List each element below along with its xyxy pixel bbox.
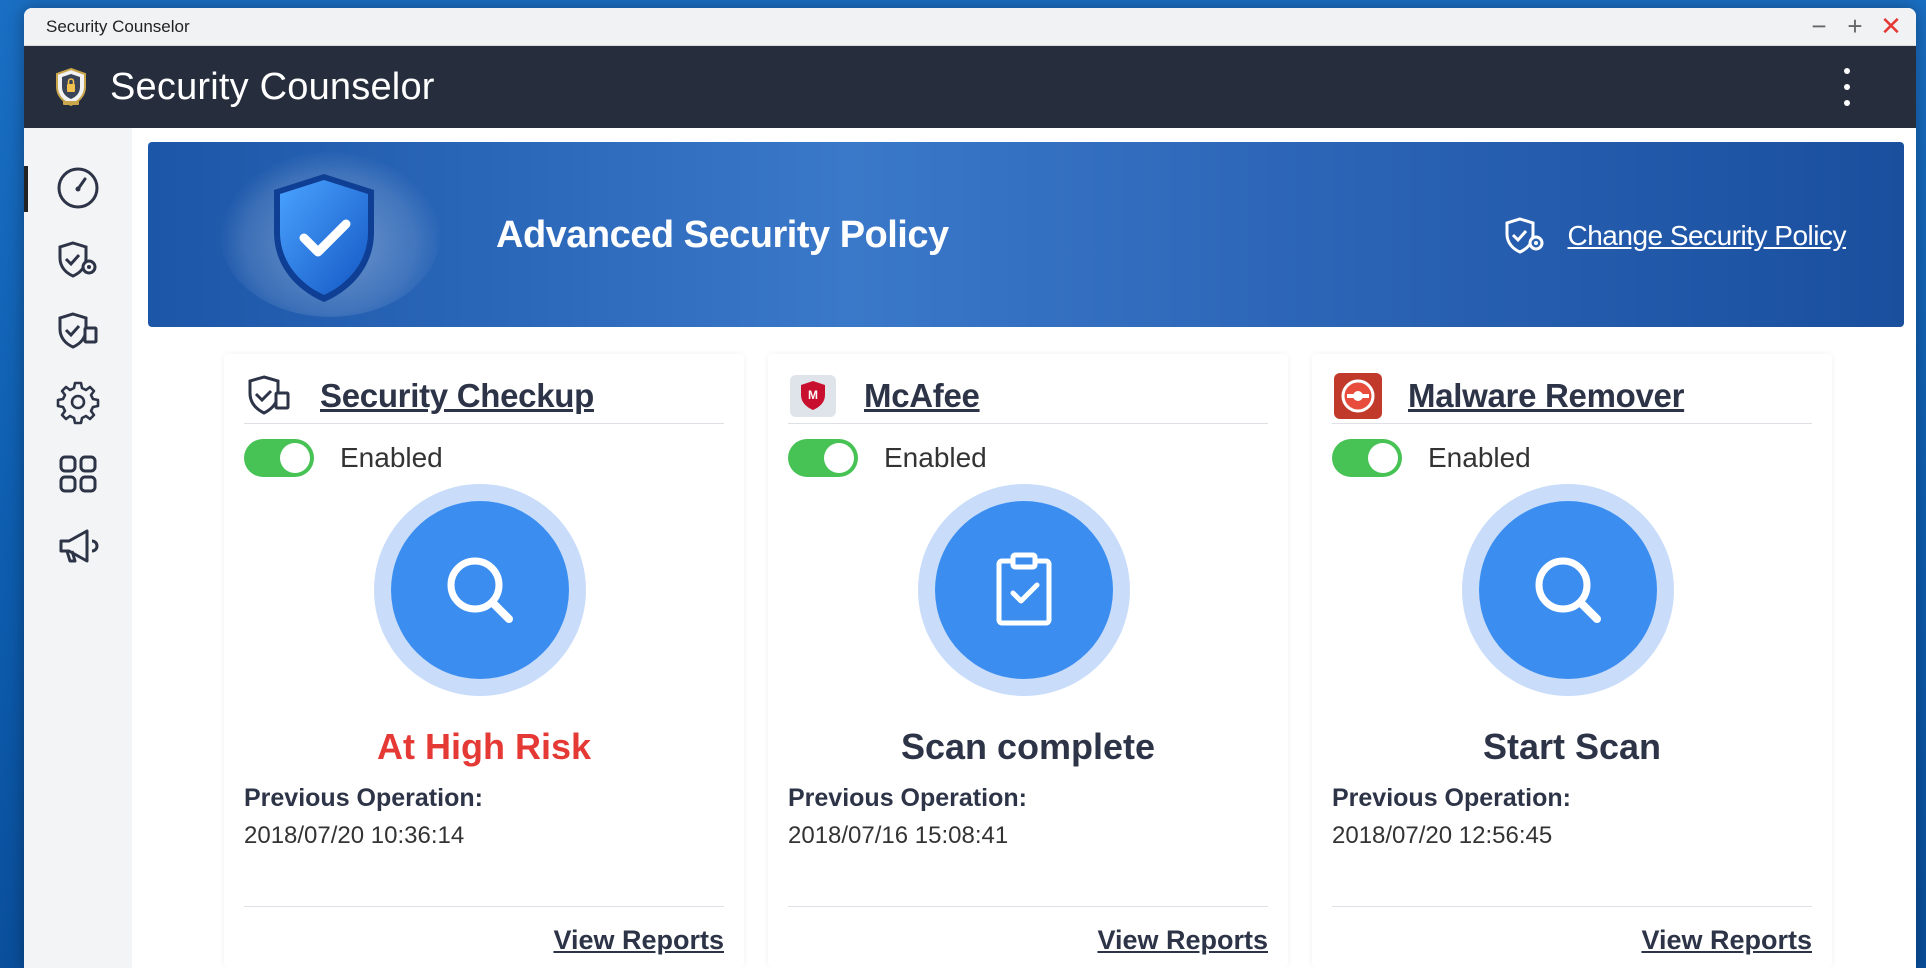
scan-button[interactable] [374,484,586,696]
card-footer: View Reports [1332,906,1812,968]
speedometer-icon [57,167,99,209]
previous-operation-label: Previous Operation: [244,784,483,812]
sidebar-item-dashboard[interactable] [50,160,106,216]
scan-status: Scan complete [900,726,1156,767]
enable-toggle[interactable] [1332,439,1402,477]
card-header: M McAfee [788,368,1268,424]
main-content: Advanced Security Policy Change Security… [148,142,1904,968]
magnifier-icon [1535,557,1601,623]
malware-remover-card: Malware Remover Enabled Start Scan Previ… [1312,354,1832,968]
view-reports-link[interactable]: View Reports [1097,925,1268,956]
clipboard-check-icon [996,552,1052,626]
card-title-link[interactable]: McAfee [864,377,980,415]
gear-icon [56,381,100,425]
maximize-button[interactable]: + [1844,13,1866,39]
security-policy-banner: Advanced Security Policy Change Security… [148,142,1904,327]
app-window: Security Counselor − + ✕ Security Counse… [24,8,1916,968]
card-footer: View Reports [244,906,724,968]
megaphone-icon [59,529,99,563]
enable-toggle-row: Enabled [1332,439,1531,477]
svg-text:M: M [808,388,818,402]
enable-toggle-row: Enabled [244,439,443,477]
card-title-link[interactable]: Security Checkup [320,377,594,415]
card-title-link[interactable]: Malware Remover [1408,377,1684,415]
window-title: Security Counselor [46,16,190,36]
enable-toggle-row: Enabled [788,439,987,477]
enable-toggle[interactable] [788,439,858,477]
malware-remover-icon [1332,371,1384,421]
app-header: Security Counselor [24,46,1916,128]
toggle-label: Enabled [1428,442,1531,473]
mcafee-shield-icon: M [788,371,840,421]
sidebar-item-apps[interactable] [50,446,106,502]
scan-button[interactable] [1462,484,1674,696]
shield-gear-icon [1505,217,1544,254]
change-policy-link[interactable]: Change Security Policy [1502,216,1847,256]
scan-status: Start Scan [1482,726,1662,767]
previous-operation-label: Previous Operation: [788,784,1027,812]
sidebar [24,128,132,968]
mcafee-card: M McAfee Enabled Scan complete Previous … [768,354,1288,968]
sidebar-item-settings[interactable] [50,374,106,430]
more-vertical-icon[interactable] [1840,68,1854,106]
shield-badge-icon [56,67,86,107]
scan-button[interactable] [918,484,1130,696]
previous-operation-time: 2018/07/20 10:36:14 [244,822,465,849]
magnifier-icon [447,557,513,623]
sidebar-item-security-policy[interactable] [50,232,106,288]
change-policy-label[interactable]: Change Security Policy [1568,220,1847,252]
enable-toggle[interactable] [244,439,314,477]
sidebar-item-announcements[interactable] [50,518,106,574]
card-header: Security Checkup [244,368,724,424]
previous-operation-label: Previous Operation: [1332,784,1571,812]
apps-grid-icon [59,455,97,493]
minimize-button[interactable]: − [1808,13,1830,39]
app-title: Security Counselor [110,65,435,108]
view-reports-link[interactable]: View Reports [1641,925,1812,956]
shield-gear-icon [58,241,97,278]
previous-operation-time: 2018/07/16 15:08:41 [788,822,1009,849]
sidebar-active-indicator [24,166,28,212]
shield-report-icon [244,371,296,421]
card-header: Malware Remover [1332,368,1812,424]
window-controls: − + ✕ [1808,13,1902,39]
close-button[interactable]: ✕ [1880,13,1902,39]
security-checkup-card: Security Checkup Enabled At High Risk Pr… [224,354,744,968]
toggle-label: Enabled [884,442,987,473]
toggle-label: Enabled [340,442,443,473]
sidebar-item-security-checkup[interactable] [50,303,106,359]
shield-check-icon [274,174,374,302]
window-titlebar: Security Counselor − + ✕ [24,8,1916,46]
scan-status: At High Risk [376,726,591,767]
shield-report-icon [58,312,98,349]
previous-operation-time: 2018/07/20 12:56:45 [1332,822,1553,849]
policy-title: Advanced Security Policy [496,214,949,256]
card-footer: View Reports [788,906,1268,968]
view-reports-link[interactable]: View Reports [553,925,724,956]
